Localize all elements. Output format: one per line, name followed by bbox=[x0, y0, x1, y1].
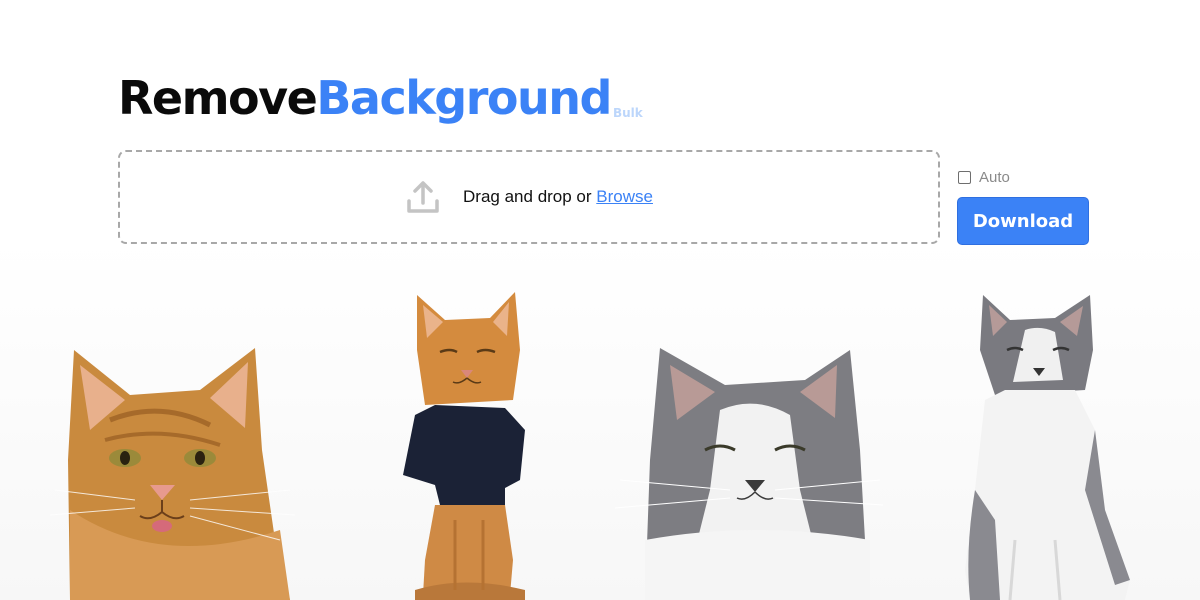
dropzone-text: Drag and drop or Browse bbox=[463, 187, 653, 207]
file-dropzone[interactable]: Drag and drop or Browse bbox=[118, 150, 940, 244]
dropzone-instruction: Drag and drop or bbox=[463, 187, 597, 206]
orange-tabby-cat-image bbox=[50, 348, 296, 600]
download-button[interactable]: Download bbox=[957, 197, 1089, 245]
auto-label: Auto bbox=[979, 169, 1010, 186]
gray-white-cat-image bbox=[615, 348, 884, 600]
auto-toggle[interactable]: Auto bbox=[958, 169, 1010, 186]
logo-word-background: Background bbox=[316, 71, 612, 125]
gray-white-cat-sitting-image bbox=[965, 295, 1130, 600]
logo-bulk-tag: Bulk bbox=[612, 106, 643, 120]
auto-checkbox[interactable] bbox=[958, 171, 971, 184]
logo-word-remove: Remove bbox=[118, 71, 318, 125]
orange-cat-in-shirt-image bbox=[403, 292, 525, 600]
browse-link[interactable]: Browse bbox=[596, 187, 653, 206]
app-logo: RemoveBackground Bulk bbox=[118, 70, 643, 141]
upload-icon bbox=[405, 179, 441, 215]
